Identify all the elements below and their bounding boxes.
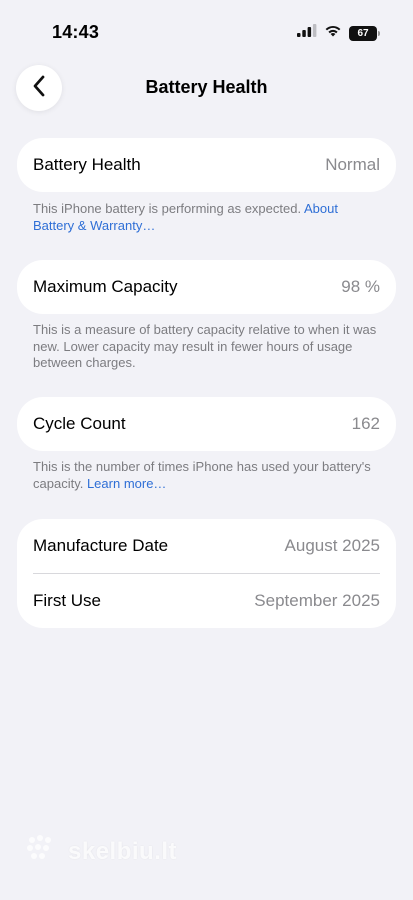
battery-health-value: Normal: [325, 155, 380, 174]
status-time: 14:43: [52, 22, 100, 42]
manufacture-date-label: Manufacture Date: [33, 536, 169, 555]
status-bar: 14:43 67: [0, 0, 413, 60]
first-use-label: First Use: [33, 591, 101, 610]
manufacture-date-row: Manufacture Date August 2025: [17, 519, 396, 573]
watermark: skelbiu.lt: [26, 834, 177, 869]
navigation-bar: Battery Health: [0, 60, 413, 116]
learn-more-link[interactable]: Learn more…: [87, 476, 166, 491]
maximum-capacity-row: Maximum Capacity 98 %: [17, 260, 396, 314]
first-use-value: September 2025: [254, 591, 380, 610]
battery-health-note: This iPhone battery is performing as exp…: [33, 201, 378, 234]
maximum-capacity-value: 98 %: [341, 277, 380, 296]
cycle-count-note: This is the number of times iPhone has u…: [33, 459, 378, 492]
manufacture-date-value: August 2025: [284, 536, 380, 555]
battery-icon: 67: [349, 25, 380, 41]
battery-health-row: Battery Health Normal: [17, 138, 396, 192]
maximum-capacity-note: This is a measure of battery capacity re…: [33, 322, 377, 370]
cycle-count-note-text: This is the number of times iPhone has u…: [33, 459, 371, 491]
maximum-capacity-card: Maximum Capacity 98 %: [17, 260, 396, 314]
first-use-row: First Use September 2025: [17, 574, 396, 628]
page-title: Battery Health: [145, 77, 268, 97]
dates-card: Manufacture Date August 2025 First Use S…: [17, 519, 396, 628]
battery-health-card: Battery Health Normal: [17, 138, 396, 192]
watermark-text: skelbiu.lt: [68, 837, 178, 865]
battery-health-label: Battery Health: [33, 155, 141, 174]
battery-health-note-text: This iPhone battery is performing as exp…: [33, 201, 304, 216]
maximum-capacity-label: Maximum Capacity: [33, 277, 178, 296]
battery-level: 67: [357, 27, 369, 39]
cycle-count-row: Cycle Count 162: [17, 397, 396, 451]
cycle-count-label: Cycle Count: [33, 414, 126, 433]
cycle-count-value: 162: [351, 414, 380, 433]
watermark-logo-icon: [26, 834, 60, 869]
status-icons: 67: [297, 24, 380, 42]
cycle-count-card: Cycle Count 162: [17, 397, 396, 451]
cellular-signal-icon: [297, 24, 317, 42]
wifi-icon: [324, 24, 342, 42]
